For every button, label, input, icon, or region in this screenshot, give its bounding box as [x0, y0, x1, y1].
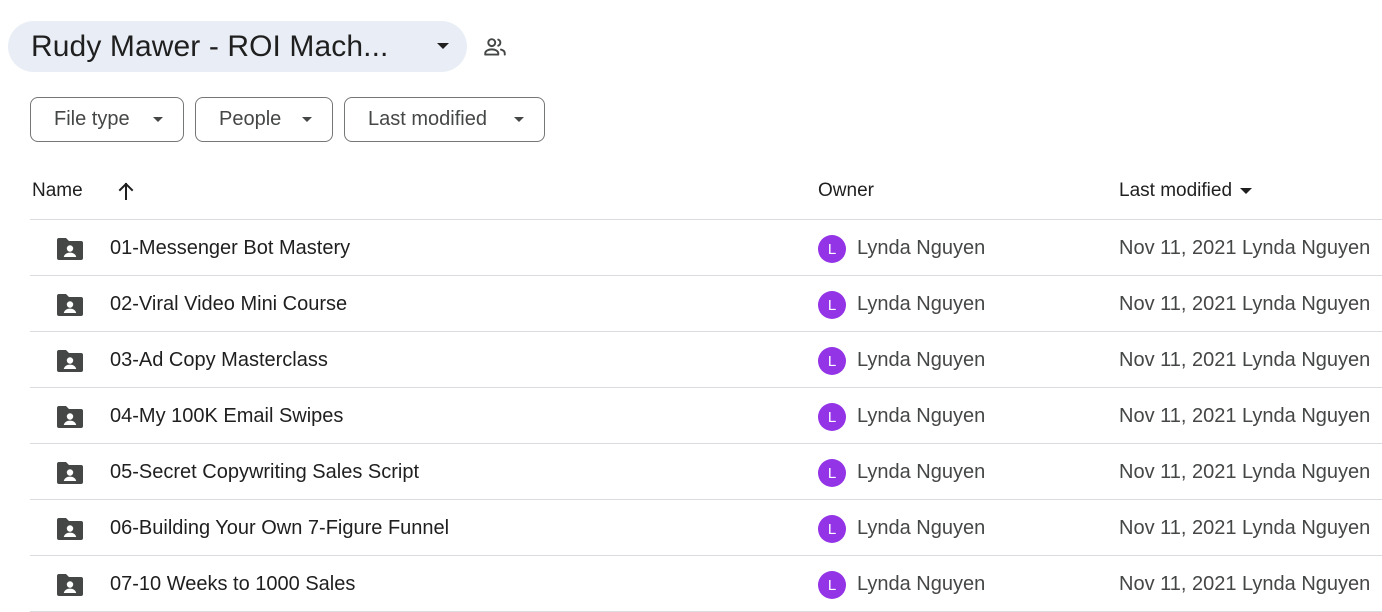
last-modified-value: Nov 11, 2021 Lynda Nguyen: [1119, 405, 1371, 427]
owner-name: Lynda Nguyen: [857, 573, 986, 595]
shared-folder-icon: [55, 237, 85, 261]
last-modified-value: Nov 11, 2021 Lynda Nguyen: [1119, 349, 1371, 371]
people-icon[interactable]: [482, 34, 508, 60]
people-filter-label: People: [219, 108, 282, 130]
table-row[interactable]: 05-Secret Copywriting Sales Script L Lynda…: [30, 444, 1382, 500]
owner-name: Lynda Nguyen: [857, 461, 986, 483]
last-modified-filter-label: Last modified: [368, 108, 487, 130]
shared-folder-icon: [55, 461, 85, 485]
last-modified-value: Nov 11, 2021 Lynda Nguyen: [1119, 293, 1371, 315]
last-modified-filter[interactable]: Last modified: [344, 97, 545, 142]
owner-avatar: L: [818, 235, 846, 263]
table-row[interactable]: 01-Messenger Bot Mastery L Lynda Nguyen Nov…: [30, 220, 1382, 276]
sort-ascending-arrow-icon[interactable]: [116, 180, 136, 202]
last-modified-value: Nov 11, 2021 Lynda Nguyen: [1119, 237, 1371, 259]
owner-avatar: L: [818, 403, 846, 431]
owner-name: Lynda Nguyen: [857, 517, 986, 539]
column-header-owner[interactable]: Owner: [818, 180, 874, 202]
column-header-last-modified[interactable]: Last modified: [1119, 180, 1253, 202]
shared-folder-icon: [55, 349, 85, 373]
owner-name: Lynda Nguyen: [857, 293, 986, 315]
chevron-down-icon: [302, 117, 312, 122]
file-name: 04-My 100K Email Swipes: [110, 405, 344, 427]
file-name: 06-Building Your Own 7-Figure Funnel: [110, 517, 450, 539]
owner-avatar: L: [818, 459, 846, 487]
owner-name: Lynda Nguyen: [857, 237, 986, 259]
shared-folder-icon: [55, 573, 85, 597]
shared-folder-icon: [55, 405, 85, 429]
people-filter[interactable]: People: [195, 97, 333, 142]
owner-name: Lynda Nguyen: [857, 349, 986, 371]
owner-avatar: L: [818, 347, 846, 375]
chevron-down-icon: [437, 43, 449, 49]
table-row[interactable]: 03-Ad Copy Masterclass L Lynda Nguyen Nov 1…: [30, 332, 1382, 388]
owner-avatar: L: [818, 515, 846, 543]
shared-folder-icon: [55, 293, 85, 317]
last-modified-value: Nov 11, 2021 Lynda Nguyen: [1119, 573, 1371, 595]
shared-folder-icon: [55, 517, 85, 541]
column-header-last-modified-label: Last modified: [1119, 180, 1233, 201]
owner-avatar: L: [818, 291, 846, 319]
file-type-filter[interactable]: File type: [30, 97, 184, 142]
file-name: 01-Messenger Bot Mastery: [110, 237, 351, 259]
column-header-name[interactable]: Name: [32, 180, 83, 202]
owner-name: Lynda Nguyen: [857, 405, 986, 427]
table-row[interactable]: 02-Viral Video Mini Course L Lynda Nguyen N…: [30, 276, 1382, 332]
table-row[interactable]: 07-10 Weeks to 1000 Sales L Lynda Nguyen No…: [30, 556, 1382, 612]
table-row[interactable]: 04-My 100K Email Swipes L Lynda Nguyen Nov …: [30, 388, 1382, 444]
sort-descending-icon: [1240, 188, 1253, 194]
chevron-down-icon: [153, 117, 163, 122]
file-name: 03-Ad Copy Masterclass: [110, 349, 328, 371]
folder-title: Rudy Mawer - ROI Mach...: [31, 29, 389, 63]
file-name: 05-Secret Copywriting Sales Script: [110, 461, 420, 483]
table-row[interactable]: 06-Building Your Own 7-Figure Funnel L Lyn…: [30, 500, 1382, 556]
file-name: 02-Viral Video Mini Course: [110, 293, 348, 315]
last-modified-value: Nov 11, 2021 Lynda Nguyen: [1119, 461, 1371, 483]
last-modified-value: Nov 11, 2021 Lynda Nguyen: [1119, 517, 1371, 539]
file-name: 07-10 Weeks to 1000 Sales: [110, 573, 356, 595]
folder-title-dropdown[interactable]: Rudy Mawer - ROI Mach...: [8, 21, 467, 72]
owner-avatar: L: [818, 571, 846, 599]
file-type-filter-label: File type: [54, 108, 130, 130]
chevron-down-icon: [514, 117, 524, 122]
